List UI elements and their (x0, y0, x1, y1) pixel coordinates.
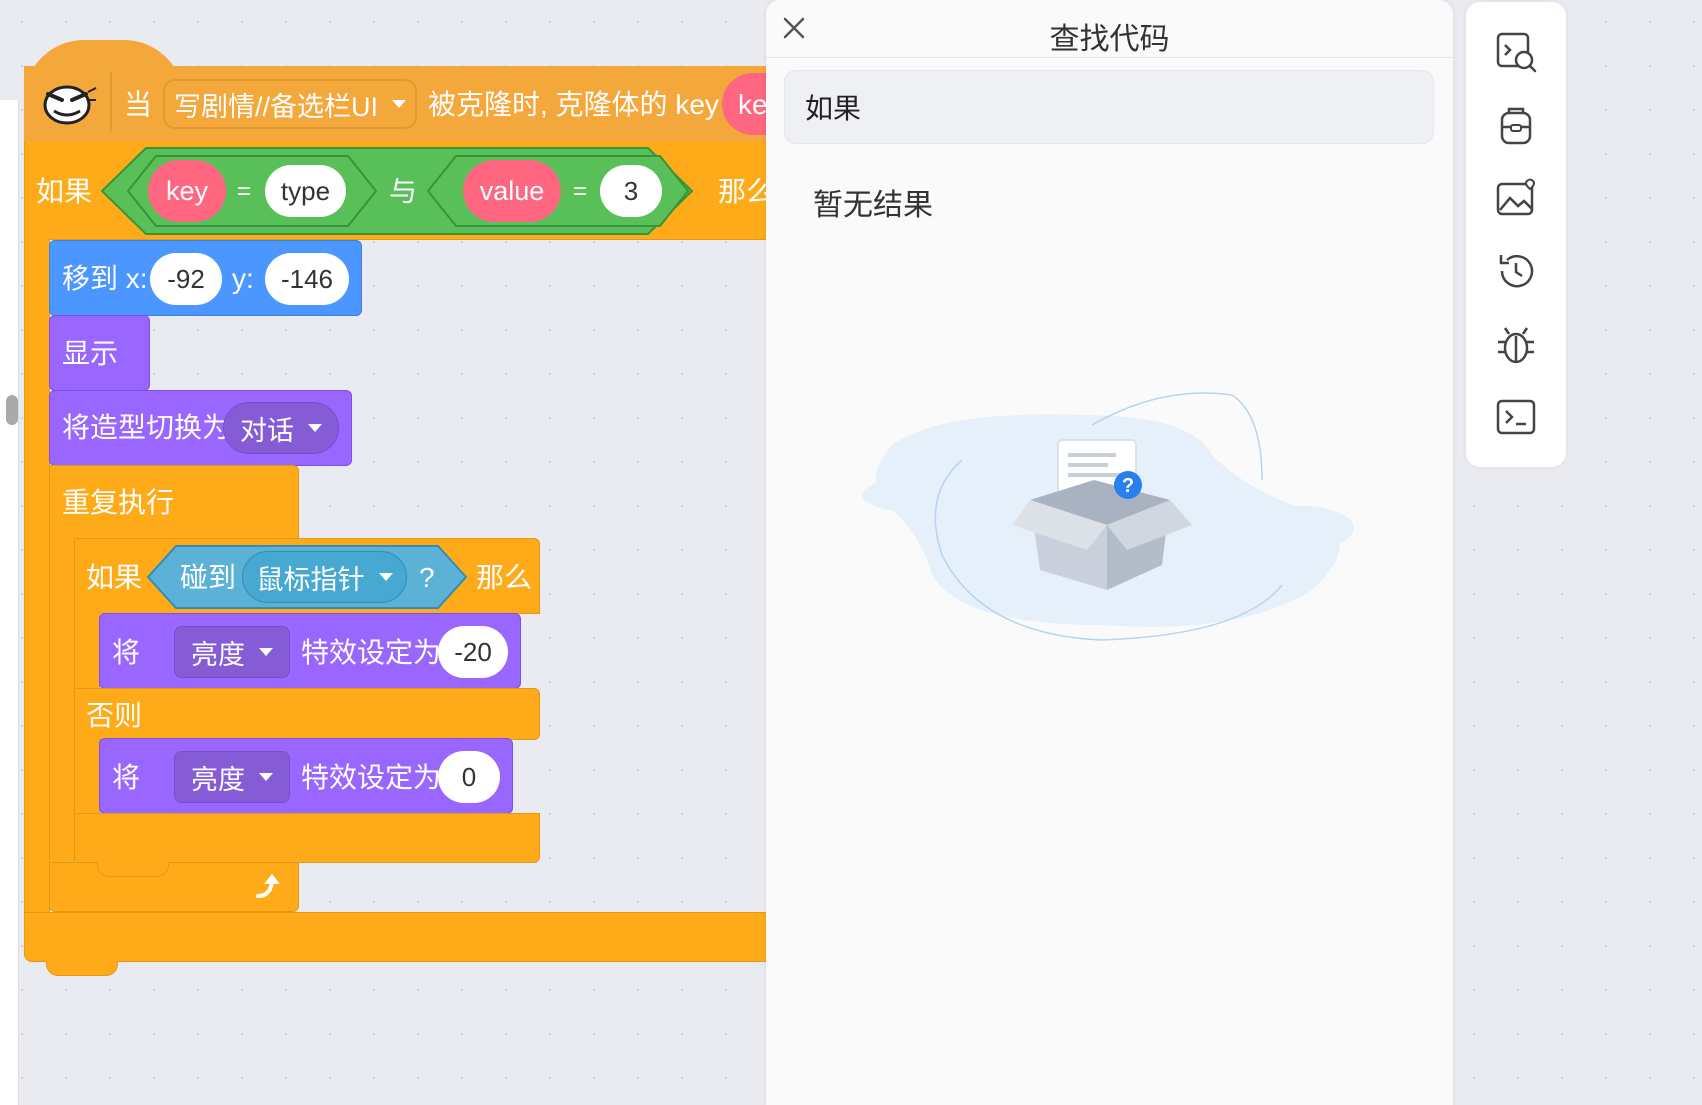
when-label: 当 (124, 89, 153, 120)
history-icon[interactable] (1494, 249, 1538, 293)
find-code-panel: 查找代码 如果 暂无结果 ? (766, 0, 1453, 1105)
if-else-bottom (74, 813, 540, 863)
y-label: y: (232, 263, 254, 294)
backpack-icon[interactable] (1494, 103, 1538, 147)
equals-op-1: = (237, 178, 252, 205)
set-effect-label-1: 特效设定为 (301, 637, 442, 668)
panel-title: 查找代码 (1049, 23, 1170, 56)
forever-label: 重复执行 (62, 487, 175, 518)
x-input[interactable]: -92 (150, 253, 222, 305)
svg-text:?: ? (1122, 475, 1134, 497)
touching-target-label: 鼠标指针 (256, 564, 365, 595)
costume-dropdown-label: 对话 (240, 415, 294, 446)
code-search-icon[interactable] (1494, 30, 1538, 74)
and-label: 与 (389, 176, 418, 207)
show-label: 显示 (62, 338, 119, 369)
effect-dropdown-1-label: 亮度 (191, 639, 245, 670)
sprite-dropdown-label: 写剧情//备选栏UI (173, 91, 378, 122)
right-toolbar (1466, 2, 1566, 467)
if-label: 如果 (36, 176, 93, 207)
search-input-value: 如果 (805, 93, 862, 124)
equals-op-2: = (573, 178, 588, 205)
then-label-2: 那么 (476, 562, 533, 593)
move-label: 移到 x: (62, 263, 148, 294)
else-section (74, 688, 540, 740)
effect-dropdown-2-label: 亮度 (191, 764, 245, 795)
stage-edge (0, 100, 19, 1105)
number-input-3[interactable]: 3 (600, 165, 662, 217)
if-else-arm-top (74, 612, 100, 692)
effect-value-input-2[interactable]: 0 (438, 751, 500, 803)
search-input[interactable]: 如果 (784, 70, 1434, 144)
terminal-icon[interactable] (1494, 395, 1538, 439)
set-effect-label-2: 特效设定为 (301, 762, 442, 793)
costume-dropdown[interactable]: 对话 (223, 402, 339, 454)
type-input[interactable]: type (265, 165, 346, 217)
costume-label: 将造型切换为 (62, 412, 231, 443)
chevron-down-icon (259, 648, 273, 656)
y-input[interactable]: -146 (265, 253, 349, 305)
set-label-1: 将 (112, 637, 141, 668)
value-reporter[interactable]: value (463, 160, 561, 222)
chevron-down-icon (392, 100, 406, 108)
debug-bug-icon[interactable] (1494, 322, 1538, 366)
key-partial-label: ke (738, 89, 768, 120)
loop-arrow-icon (256, 874, 280, 898)
question-mark: ? (419, 562, 435, 593)
else-label: 否则 (86, 700, 143, 731)
scroll-handle[interactable] (6, 395, 18, 425)
notch (46, 961, 118, 976)
if-block-outer-bottom (24, 912, 766, 962)
if-block-outer-arm (24, 238, 50, 918)
chevron-down-icon (378, 573, 393, 581)
empty-box-illustration: ? (862, 392, 1354, 641)
touching-target-dropdown[interactable]: 鼠标指针 (242, 551, 407, 603)
forever-arm (49, 537, 75, 867)
effect-value-input-1[interactable]: -20 (438, 626, 508, 678)
if-label-2: 如果 (86, 562, 143, 593)
clone-text: 被克隆时, 克隆体的 key = (428, 89, 744, 120)
image-favorite-icon[interactable] (1494, 176, 1538, 220)
hat-divider (110, 72, 112, 132)
set-label-2: 将 (112, 762, 141, 793)
sprite-emoji-icon (43, 85, 97, 125)
chevron-down-icon (259, 773, 273, 781)
empty-result-text: 暂无结果 (813, 189, 933, 222)
key-reporter[interactable]: key (148, 160, 226, 222)
if-else-arm-bottom (74, 738, 100, 818)
touching-label: 碰到 (180, 562, 237, 593)
effect-dropdown-2[interactable]: 亮度 (174, 751, 290, 803)
panel-header-divider (766, 57, 1453, 58)
sprite-dropdown[interactable]: 写剧情//备选栏UI (163, 79, 417, 129)
notch (97, 862, 169, 877)
chevron-down-icon (308, 424, 322, 432)
effect-dropdown-1[interactable]: 亮度 (174, 626, 290, 678)
